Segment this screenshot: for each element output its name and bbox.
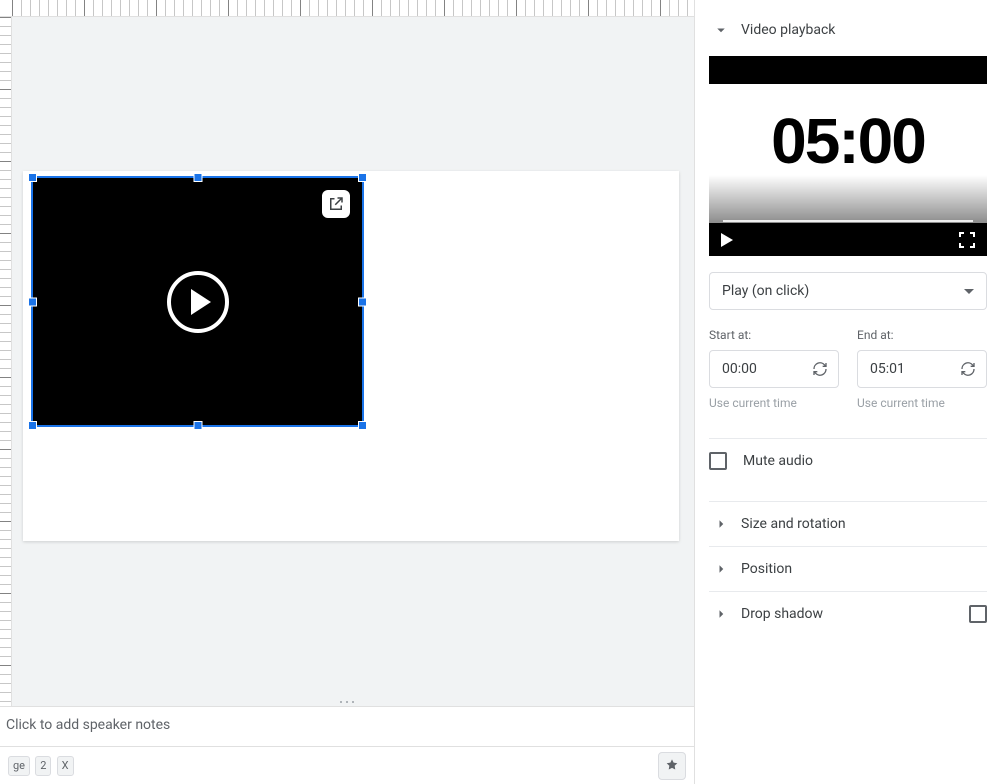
bottom-chips: ge 2 X bbox=[8, 756, 76, 776]
section-video-playback-title: Video playback bbox=[741, 22, 987, 38]
chevron-right-icon bbox=[709, 515, 733, 533]
start-use-current-time[interactable]: Use current time bbox=[709, 396, 839, 410]
chevron-right-icon bbox=[709, 560, 733, 578]
video-preview-time: 05:00 bbox=[709, 104, 987, 178]
fullscreen-icon[interactable] bbox=[959, 232, 975, 248]
end-at-label: End at: bbox=[857, 328, 987, 342]
play-mode-dropdown[interactable]: Play (on click) bbox=[709, 272, 987, 310]
chip-page[interactable]: ge bbox=[8, 756, 30, 776]
open-video-button[interactable] bbox=[322, 190, 350, 218]
chip-close[interactable]: X bbox=[57, 756, 74, 776]
drop-shadow-checkbox[interactable] bbox=[969, 605, 987, 623]
preview-play-button[interactable] bbox=[721, 233, 733, 247]
mute-audio-checkbox[interactable] bbox=[709, 452, 727, 470]
dropdown-caret-icon bbox=[964, 289, 974, 294]
mute-audio-label: Mute audio bbox=[743, 453, 813, 469]
slide[interactable] bbox=[23, 171, 679, 541]
play-video-button[interactable] bbox=[167, 271, 229, 333]
explore-button[interactable] bbox=[658, 752, 686, 780]
chevron-down-icon bbox=[709, 21, 733, 39]
section-video-playback-body: 05:00 Play (on click) Start at: bbox=[709, 52, 987, 502]
section-position-title: Position bbox=[741, 561, 987, 577]
refresh-icon[interactable] bbox=[960, 361, 976, 377]
speaker-notes-placeholder: Click to add speaker notes bbox=[6, 717, 170, 733]
section-position-header[interactable]: Position bbox=[709, 547, 987, 591]
notes-splitter[interactable] bbox=[0, 698, 694, 706]
vertical-ruler bbox=[0, 17, 12, 706]
chevron-right-icon bbox=[709, 605, 733, 623]
video-placeholder[interactable] bbox=[33, 178, 362, 425]
section-video-playback-header[interactable]: Video playback bbox=[709, 8, 987, 52]
end-at-input-wrap bbox=[857, 350, 987, 388]
start-at-label: Start at: bbox=[709, 328, 839, 342]
start-at-input-wrap bbox=[709, 350, 839, 388]
end-at-input[interactable] bbox=[868, 360, 918, 378]
video-preview[interactable]: 05:00 bbox=[709, 56, 987, 256]
section-drop-shadow-header[interactable]: Drop shadow bbox=[709, 592, 987, 636]
refresh-icon[interactable] bbox=[812, 361, 828, 377]
speaker-notes[interactable]: Click to add speaker notes bbox=[0, 706, 694, 746]
section-size-rotation-title: Size and rotation bbox=[741, 516, 987, 532]
play-mode-value: Play (on click) bbox=[722, 283, 809, 299]
mute-audio-row[interactable]: Mute audio bbox=[709, 439, 987, 483]
end-use-current-time[interactable]: Use current time bbox=[857, 396, 987, 410]
start-at-input[interactable] bbox=[720, 360, 770, 378]
video-progress-bar[interactable] bbox=[723, 220, 973, 222]
horizontal-ruler bbox=[0, 0, 694, 17]
section-drop-shadow-title: Drop shadow bbox=[741, 606, 969, 622]
format-options-sidebar: Video playback 05:00 Play (on click) Sta… bbox=[694, 0, 1001, 784]
slide-canvas[interactable] bbox=[12, 17, 694, 706]
section-size-rotation-header[interactable]: Size and rotation bbox=[709, 502, 987, 546]
chip-num[interactable]: 2 bbox=[35, 756, 51, 776]
